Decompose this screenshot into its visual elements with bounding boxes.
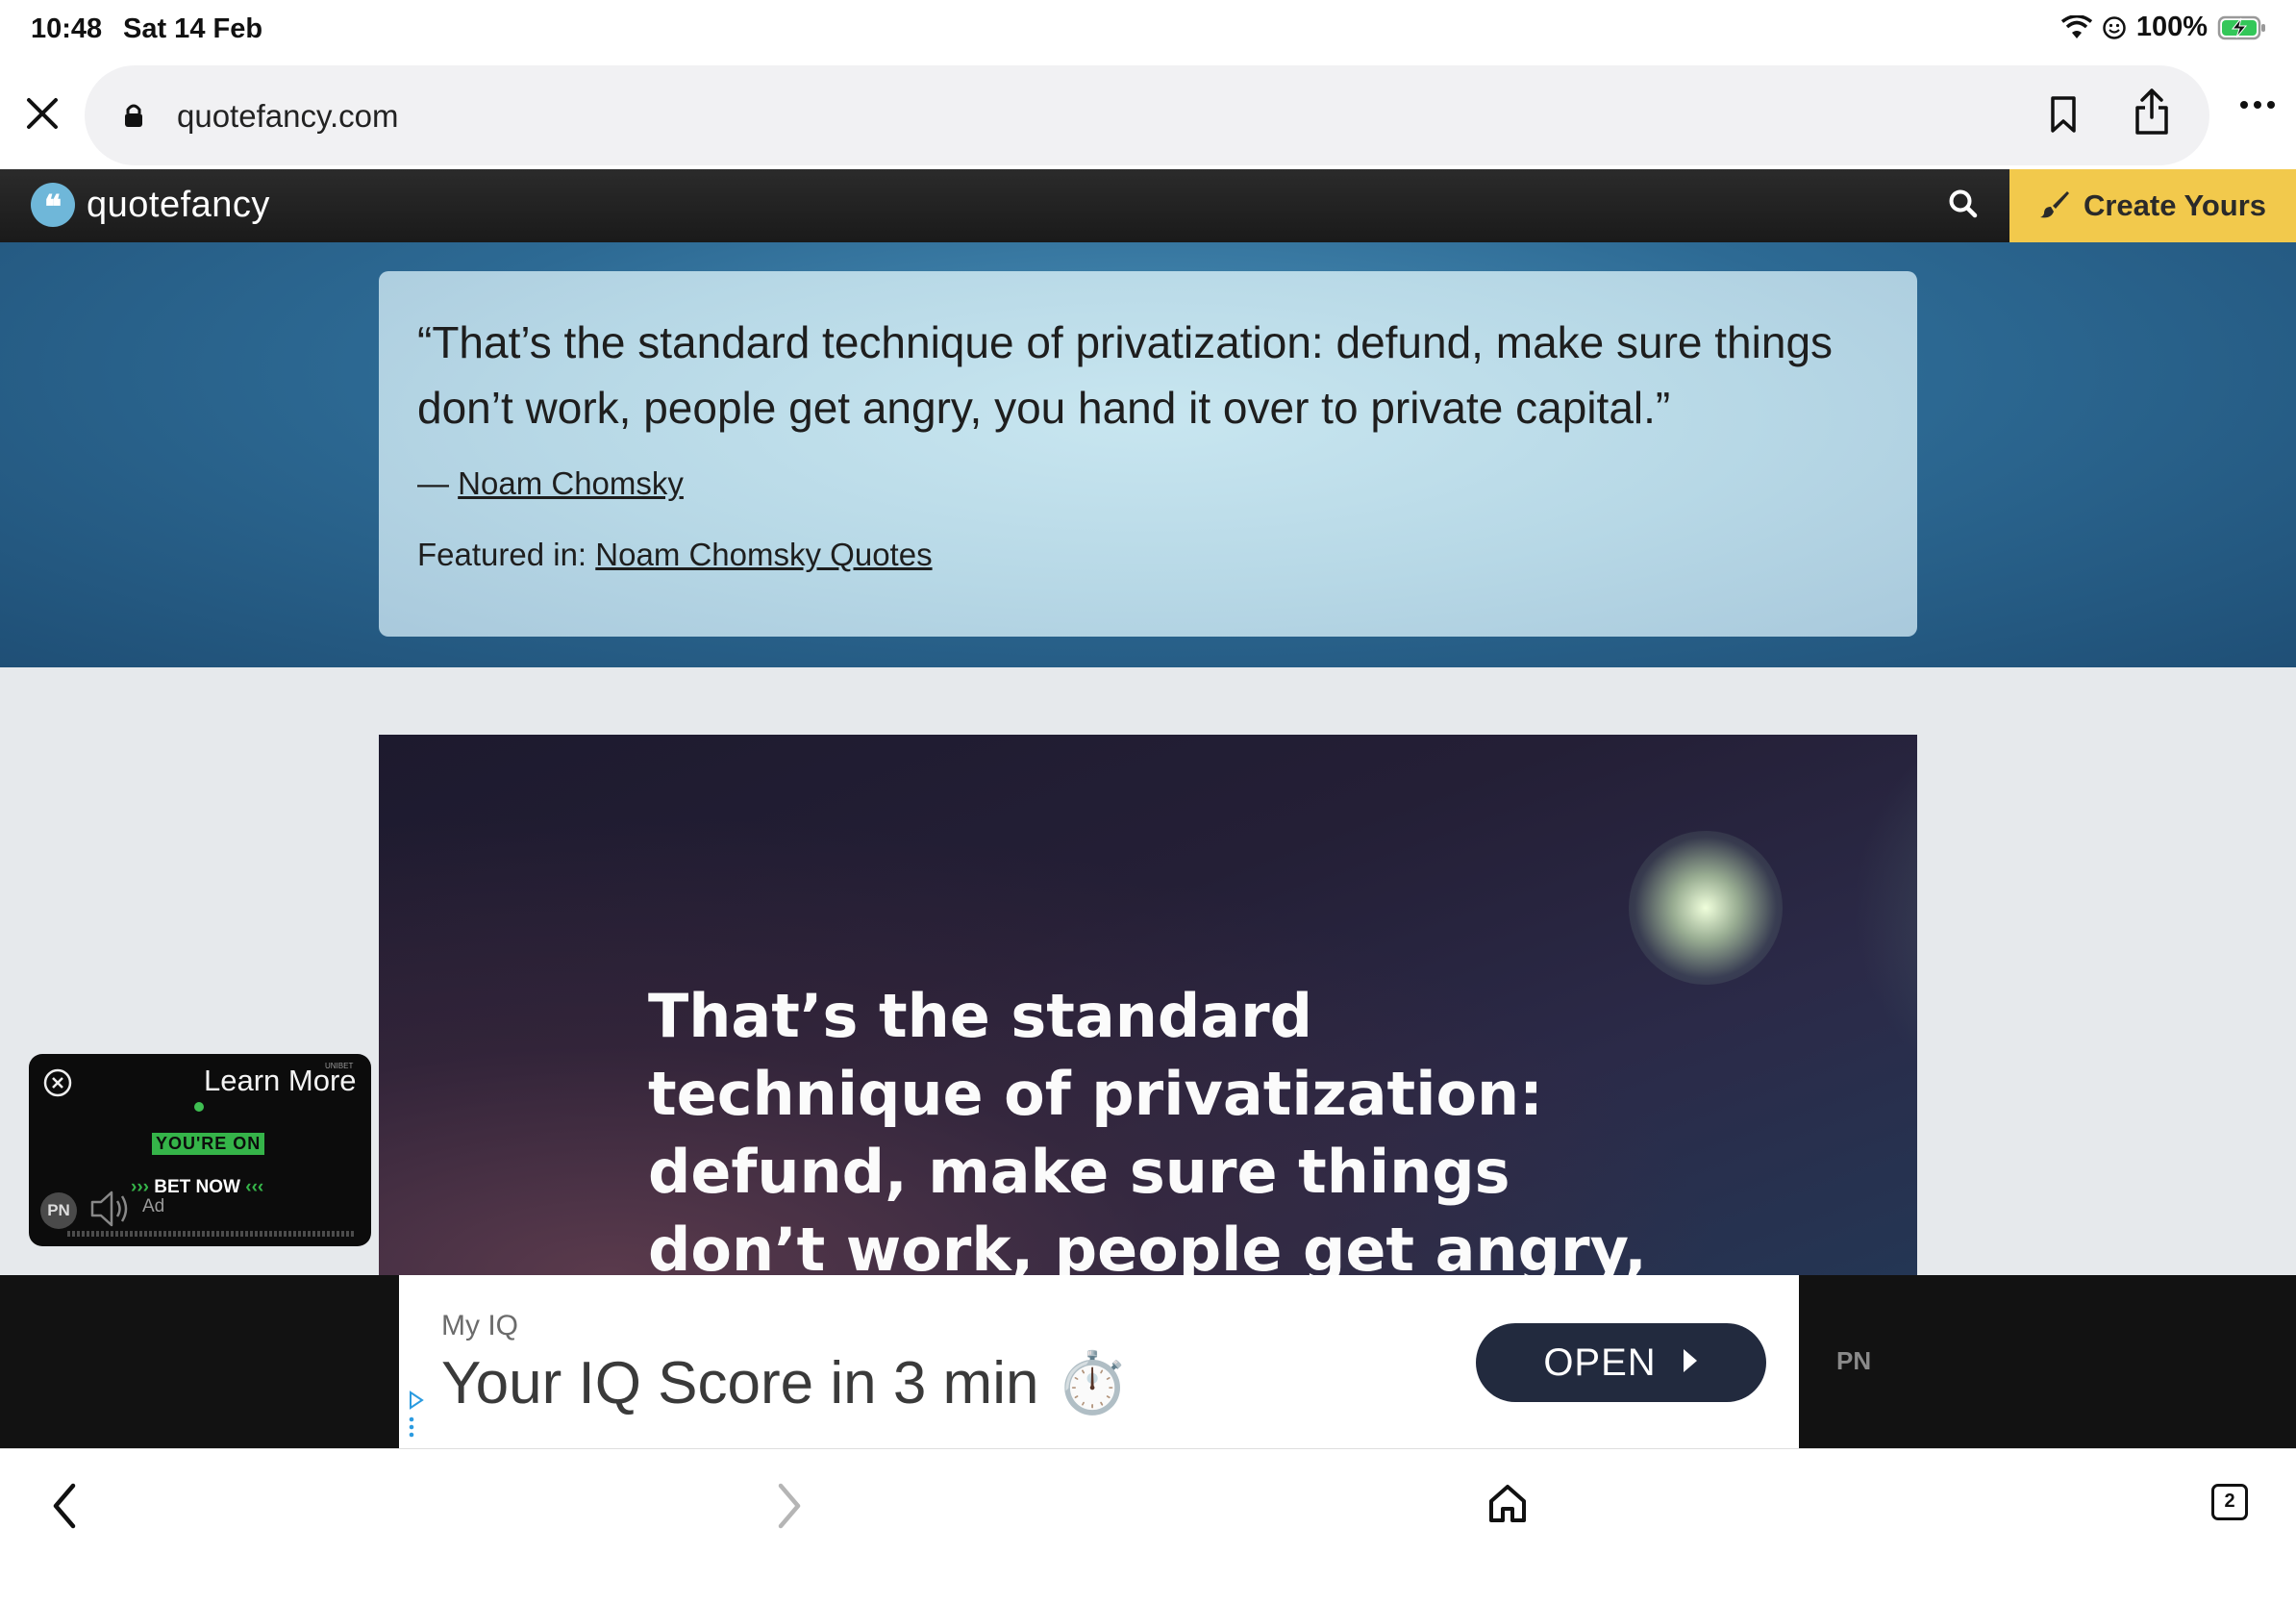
ad-close-icon[interactable] xyxy=(42,1067,73,1103)
quote-wallpaper-image[interactable]: That’s the standard technique of privati… xyxy=(379,735,1917,1275)
tabs-icon[interactable]: 2 xyxy=(2211,1484,2248,1520)
ad-fine-print xyxy=(67,1231,356,1237)
ad-label: Ad xyxy=(142,1196,165,1216)
light-glow xyxy=(1629,831,1783,985)
share-icon[interactable] xyxy=(2133,87,2171,141)
hero-section: “That’s the standard technique of privat… xyxy=(0,242,2296,667)
featured-in: Featured in: Noam Chomsky Quotes xyxy=(417,537,1879,573)
status-time: 10:48 xyxy=(31,13,103,44)
forward-icon[interactable] xyxy=(769,1478,808,1539)
bookmark-icon[interactable] xyxy=(2048,94,2079,139)
site-logo[interactable]: ❝ quotefancy xyxy=(31,183,270,227)
open-label: OPEN xyxy=(1543,1341,1657,1384)
featured-link[interactable]: Noam Chomsky Quotes xyxy=(595,537,932,572)
pn-badge: PN xyxy=(40,1192,77,1229)
tabs-count: 2 xyxy=(2211,1484,2248,1520)
close-icon[interactable] xyxy=(19,90,65,137)
site-header: ❝ quotefancy Create Yours xyxy=(0,169,2296,242)
open-button[interactable]: OPEN xyxy=(1476,1323,1766,1402)
focus-smiley-icon xyxy=(2102,15,2127,40)
author-prefix: — xyxy=(417,465,459,501)
paintbrush-icon xyxy=(2039,188,2070,224)
home-icon[interactable] xyxy=(1487,1482,1528,1529)
quote-logo-icon: ❝ xyxy=(31,183,75,227)
banner-ad[interactable]: My IQ Your IQ Score in 3 min ⏱️ OPEN xyxy=(399,1275,1799,1448)
adchoices-icon[interactable] xyxy=(405,1389,426,1451)
battery-percent: 100% xyxy=(2135,12,2208,42)
green-dot xyxy=(194,1102,204,1112)
status-indicators: 100% xyxy=(2060,12,2267,43)
url-text[interactable]: quotefancy.com xyxy=(177,98,399,135)
wallpaper-quote-text: That’s the standard technique of privati… xyxy=(648,981,1647,1275)
youre-on-badge: YOU'RE ON xyxy=(152,1133,265,1155)
search-icon[interactable] xyxy=(1946,187,1981,226)
status-date: Sat 14 Feb xyxy=(123,13,263,44)
quote-card: “That’s the standard technique of privat… xyxy=(379,271,1917,637)
browser-url-row: quotefancy.com xyxy=(0,62,2296,169)
play-triangle-icon xyxy=(1682,1347,1699,1379)
quote-author: — Noam Chomsky xyxy=(417,465,1879,502)
create-yours-button[interactable]: Create Yours xyxy=(2009,169,2296,242)
address-bar[interactable]: quotefancy.com xyxy=(85,65,2209,165)
ad-brand: My IQ xyxy=(441,1310,518,1341)
quote-text: “That’s the standard technique of privat… xyxy=(417,317,1834,433)
speaker-icon[interactable] xyxy=(88,1187,137,1236)
floating-video-ad[interactable]: UNIBET Learn More YOU'RE ON ››› BET NOW … xyxy=(29,1054,371,1246)
learn-more-link[interactable]: Learn More xyxy=(204,1064,357,1098)
bet-now-text: ››› BET NOW ‹‹‹ xyxy=(131,1177,264,1197)
wifi-icon xyxy=(2060,14,2092,40)
status-bar: 10:48 Sat 14 Feb 100% xyxy=(0,0,2296,62)
create-yours-label: Create Yours xyxy=(2083,188,2267,222)
battery-charging-icon xyxy=(2217,14,2267,41)
author-link[interactable]: Noam Chomsky xyxy=(458,465,684,501)
lock-icon xyxy=(123,102,144,134)
back-icon[interactable] xyxy=(46,1478,85,1539)
featured-prefix: Featured in: xyxy=(417,537,596,572)
more-icon[interactable] xyxy=(2238,98,2277,115)
logo-text: quotefancy xyxy=(87,184,270,225)
ad-headline: Your IQ Score in 3 min ⏱️ xyxy=(441,1350,1130,1416)
banner-pn-label: PN xyxy=(1836,1346,1872,1375)
browser-toolbar: 2 xyxy=(0,1448,2296,1604)
